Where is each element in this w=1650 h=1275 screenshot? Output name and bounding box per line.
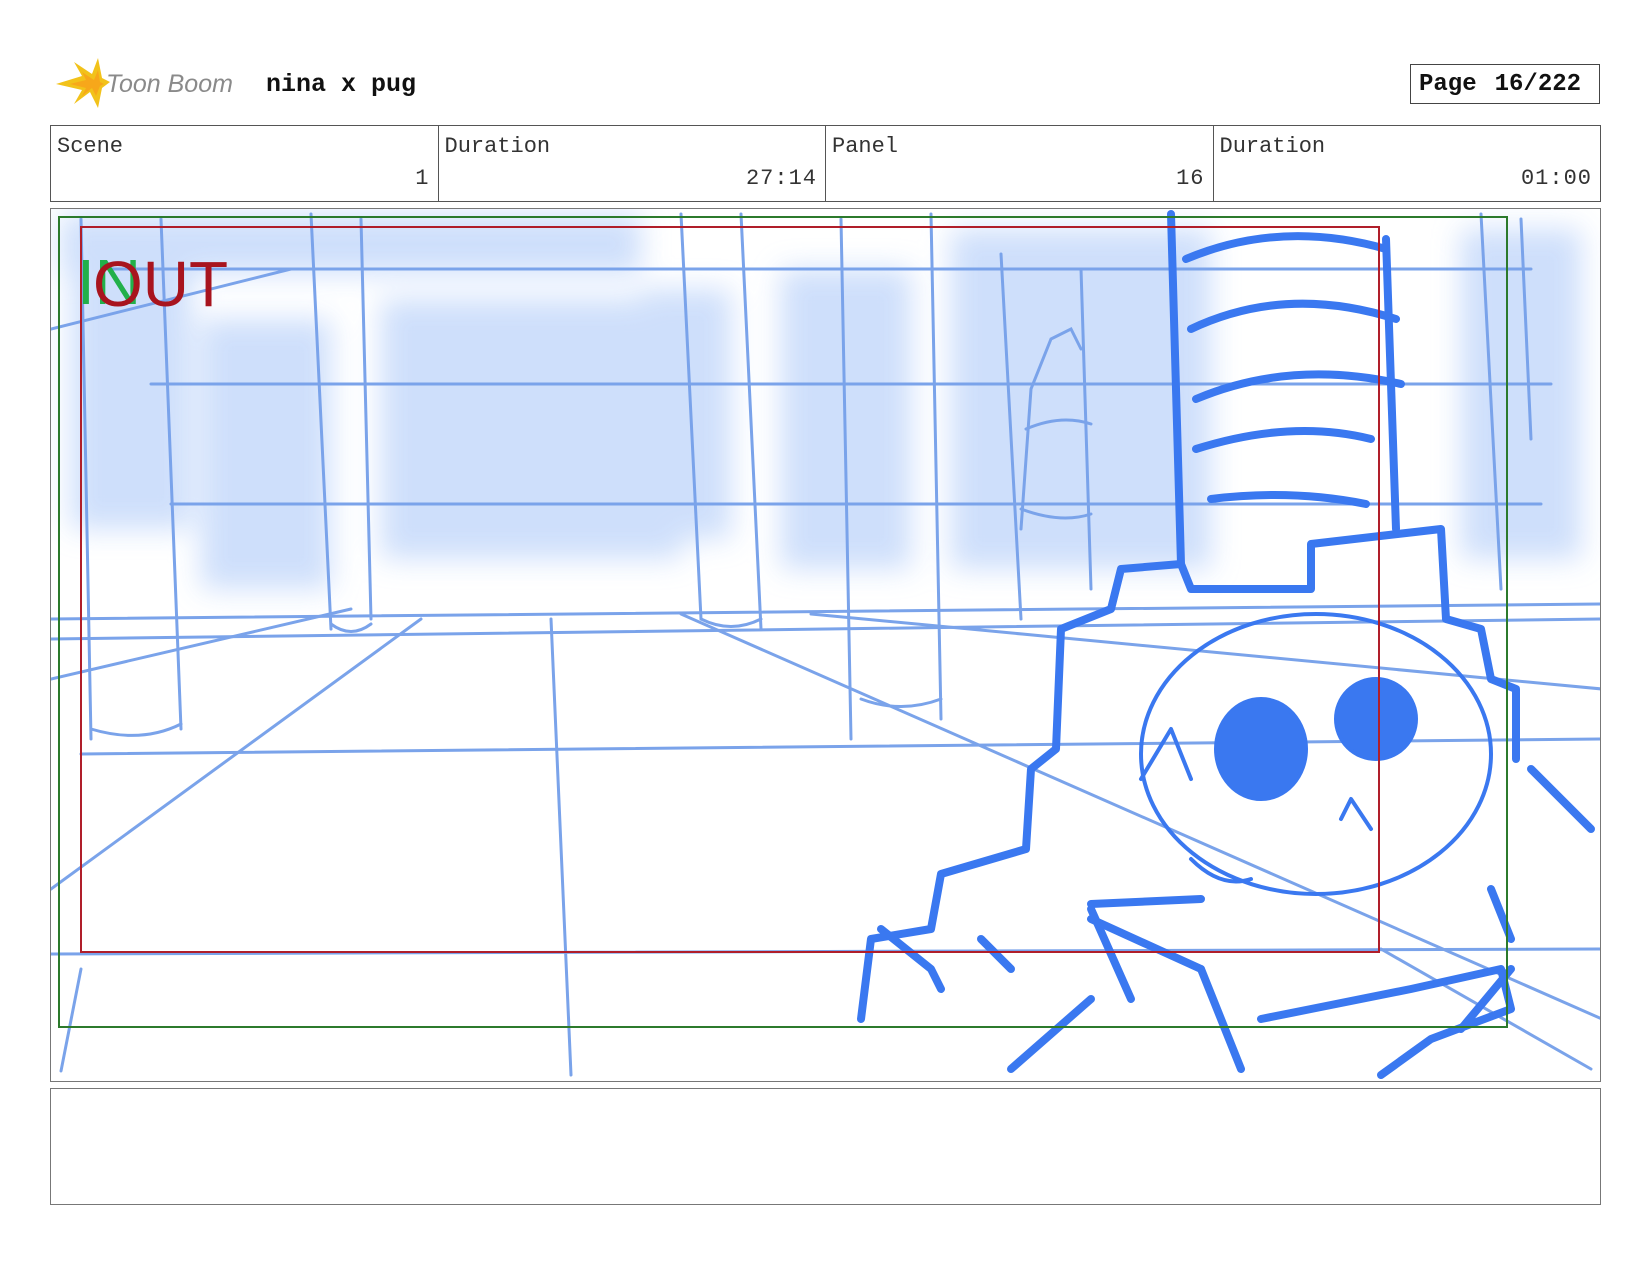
page-number: 16/222 (1494, 70, 1582, 98)
panel-label: Panel (832, 134, 899, 159)
panel-duration-cell: Duration 01:00 (1214, 126, 1601, 201)
panel-duration-label: Duration (1219, 134, 1326, 159)
logo-text: Toon Boom (106, 70, 233, 98)
panel-duration-value: 01:00 (1520, 166, 1592, 191)
out-marker: OUT (93, 248, 228, 320)
panel-info-row: Scene 1 Duration 27:14 Panel 16 Duration… (50, 125, 1601, 202)
notes-box[interactable] (50, 1088, 1601, 1205)
burst-icon (56, 58, 110, 108)
project-title: nina x pug (266, 70, 417, 99)
scene-duration-label: Duration (444, 134, 551, 159)
scene-duration-value: 27:14 (745, 166, 817, 191)
page-label: Page (1419, 70, 1477, 98)
scene-number: 1 (415, 166, 430, 191)
scene-duration-cell: Duration 27:14 (439, 126, 826, 201)
scene-cell: Scene 1 (51, 126, 439, 201)
scene-label: Scene (57, 134, 124, 159)
panel-sketch: IN OUT (51, 210, 1600, 1079)
panel-number: 16 (1176, 166, 1205, 191)
page-indicator: Page 16/222 (1410, 64, 1600, 104)
panel-cell: Panel 16 (826, 126, 1214, 201)
storyboard-panel[interactable]: IN OUT (50, 208, 1601, 1082)
toon-boom-logo: Toon Boom (56, 58, 233, 108)
